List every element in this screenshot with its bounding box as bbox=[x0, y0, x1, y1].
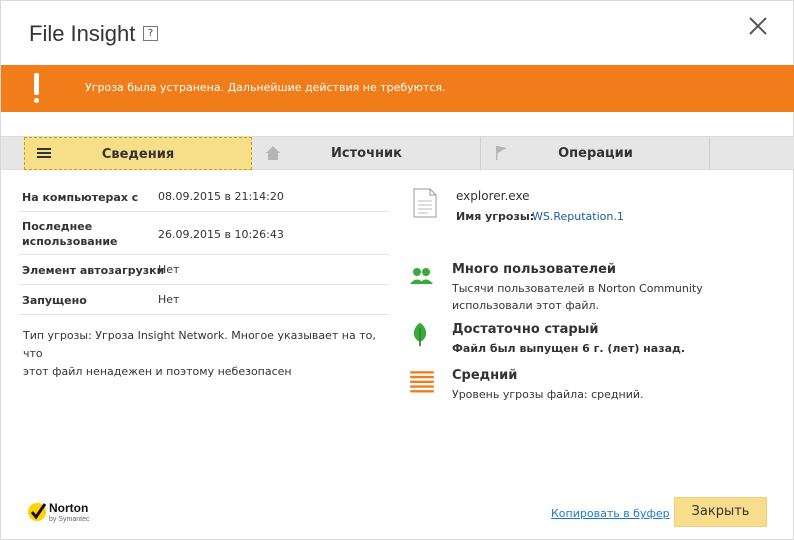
norton-brand: Norton bbox=[49, 501, 89, 515]
tab-source-label: Источник bbox=[331, 146, 402, 161]
users-icon bbox=[410, 268, 433, 284]
detail-row-last-used: Последнее использование 26.09.2015 в 10:… bbox=[19, 212, 389, 255]
close-button[interactable]: Закрыть bbox=[674, 497, 767, 527]
norton-brand-sub: by Symantec bbox=[49, 516, 90, 523]
detail-row-launched: Запущено Нет bbox=[19, 285, 389, 315]
detail-row-first-seen: На компьютерах с 08.09.2015 в 21:14:20 bbox=[19, 183, 389, 212]
tab-operations[interactable]: Операции bbox=[482, 137, 710, 170]
tab-details-label: Сведения bbox=[101, 147, 175, 162]
threat-description-line1: Тип угрозы: Угроза Insight Network. Мног… bbox=[23, 329, 376, 360]
threat-name-value: WS.Reputation.1 bbox=[532, 210, 624, 223]
alert-banner: Угроза была устранена. Дальнейшие действ… bbox=[1, 65, 794, 112]
insight-title-users: Много пользователей bbox=[452, 262, 617, 277]
file-insight-window: File Insight ? Угроза была устранена. Да… bbox=[0, 0, 794, 540]
detail-key-line2: использование bbox=[22, 235, 118, 248]
flag-icon bbox=[496, 146, 507, 160]
tab-operations-label: Операции bbox=[558, 146, 633, 161]
stripes-icon bbox=[410, 371, 434, 393]
home-icon bbox=[266, 146, 280, 160]
detail-key: Последнее использование bbox=[22, 219, 118, 249]
insight-sub-line1: Тысячи пользователей в Norton Community bbox=[452, 282, 703, 295]
threat-name-label: Имя угрозы: bbox=[456, 210, 535, 223]
detail-key: Элемент автозагрузки bbox=[22, 264, 165, 277]
detail-row-autostart: Элемент автозагрузки Нет bbox=[19, 255, 389, 285]
detail-value: 26.09.2015 в 10:26:43 bbox=[158, 228, 284, 241]
leaf-icon bbox=[413, 322, 427, 347]
insight-sub-line2: использовали этот файл. bbox=[452, 299, 600, 312]
detail-value: Нет bbox=[158, 293, 180, 306]
threat-description-line2: этот файл ненадежен и поэтому небезопасе… bbox=[23, 365, 292, 378]
threat-description: Тип угрозы: Угроза Insight Network. Мног… bbox=[23, 327, 393, 381]
copy-to-clipboard-link[interactable]: Копировать в буфер bbox=[551, 507, 670, 520]
detail-key-line1: Последнее bbox=[22, 220, 93, 233]
file-name: explorer.exe bbox=[456, 189, 530, 203]
document-icon bbox=[413, 188, 437, 218]
detail-key: На компьютерах с bbox=[22, 191, 139, 204]
norton-logo: Norton by Symantec bbox=[27, 499, 107, 527]
insight-sub-users: Тысячи пользователей в Norton Community … bbox=[452, 280, 703, 314]
norton-check-icon bbox=[28, 503, 47, 521]
tab-details[interactable]: Сведения bbox=[24, 137, 252, 170]
tab-source[interactable]: Источник bbox=[253, 137, 481, 170]
window-title: File Insight bbox=[29, 21, 136, 46]
insight-title-threat-level: Средний bbox=[452, 368, 518, 383]
exclamation-icon bbox=[29, 73, 43, 105]
tab-bar: Сведения Источник Операции bbox=[1, 136, 794, 170]
help-button[interactable]: ? bbox=[143, 26, 158, 41]
insight-sub-threat-level: Уровень угрозы файла: средний. bbox=[452, 388, 644, 401]
list-icon bbox=[37, 148, 51, 158]
alert-message: Угроза была устранена. Дальнейшие действ… bbox=[85, 81, 446, 94]
detail-value: 08.09.2015 в 21:14:20 bbox=[158, 190, 284, 203]
details-panel: На компьютерах с 08.09.2015 в 21:14:20 П… bbox=[19, 183, 389, 315]
detail-value: Нет bbox=[158, 263, 180, 276]
insight-title-age: Достаточно старый bbox=[452, 322, 599, 337]
detail-key: Запущено bbox=[22, 294, 87, 307]
close-icon[interactable] bbox=[744, 12, 772, 40]
insight-sub-age: Файл был выпущен 6 г. (лет) назад. bbox=[452, 342, 686, 355]
